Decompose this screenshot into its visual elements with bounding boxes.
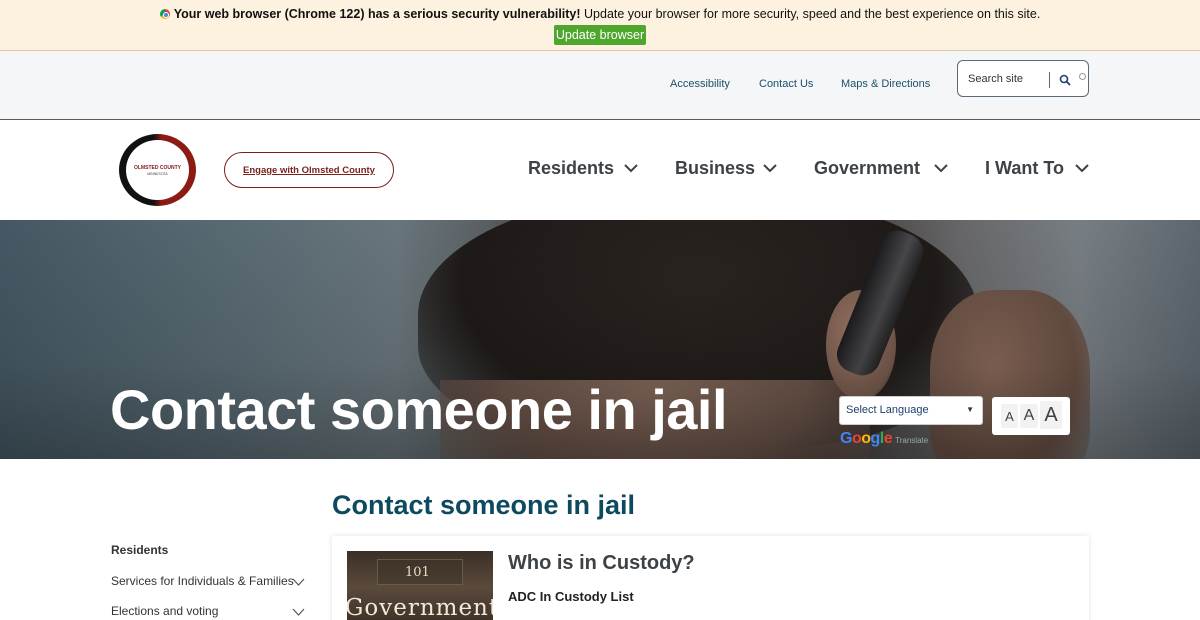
chevron-down-icon[interactable] — [1075, 163, 1089, 173]
translate-label: Translate — [895, 436, 929, 445]
engage-button[interactable]: Engage with Olmsted County — [224, 152, 394, 188]
logo-subtext: MINNESOTA — [147, 171, 168, 176]
nav-i-want-to[interactable]: I Want To — [985, 158, 1064, 182]
hero-banner: Contact someone in jail Select Language … — [0, 220, 1200, 459]
in-custody-list-link[interactable]: ADC In Custody List — [508, 589, 634, 604]
page-title: Contact someone in jail — [332, 490, 636, 520]
search-icon[interactable] — [1059, 74, 1071, 86]
google-logo: Google — [840, 430, 893, 447]
font-size-medium-button[interactable]: A — [1020, 404, 1038, 428]
contact-us-link[interactable]: Contact Us — [759, 78, 813, 90]
warning-text: Update your browser for more security, s… — [584, 7, 1041, 21]
image-word: Government — [347, 595, 493, 620]
chevron-down-icon[interactable] — [763, 163, 777, 173]
chevron-down-icon[interactable] — [292, 578, 305, 586]
card-title: Who is in Custody? — [508, 552, 695, 574]
search-box — [957, 60, 1089, 97]
chevron-down-icon[interactable] — [292, 608, 305, 616]
image-number: 101 — [405, 565, 430, 580]
update-browser-button[interactable]: Update browser — [554, 25, 646, 45]
maps-directions-link[interactable]: Maps & Directions — [841, 78, 930, 90]
browser-warning-banner: Your web browser (Chrome 122) has a seri… — [0, 0, 1200, 51]
search-divider — [1049, 72, 1050, 88]
logo-inner: OLMSTED COUNTY MINNESOTA — [126, 140, 189, 200]
main-header: OLMSTED COUNTY MINNESOTA Engage with Olm… — [0, 120, 1200, 220]
utility-bar: Accessibility Contact Us Maps & Directio… — [0, 51, 1200, 120]
chevron-down-icon[interactable] — [934, 163, 948, 173]
logo-name: OLMSTED COUNTY — [134, 165, 181, 171]
hero-title: Contact someone in jail — [110, 378, 728, 441]
browser-warning-message: Your web browser (Chrome 122) has a seri… — [0, 7, 1200, 21]
search-input[interactable] — [968, 70, 1048, 88]
font-size-controls: A A A — [992, 397, 1070, 435]
chevron-down-icon[interactable] — [624, 163, 638, 173]
language-select-label: Select Language — [846, 404, 929, 416]
nav-residents[interactable]: Residents — [528, 158, 614, 182]
chrome-icon — [159, 9, 170, 19]
accessibility-link[interactable]: Accessibility — [670, 78, 730, 90]
nav-government[interactable]: Government — [814, 158, 920, 182]
sidebar-item-elections[interactable]: Elections and voting — [111, 604, 218, 618]
caret-down-icon: ▼ — [966, 405, 974, 414]
sidebar-title[interactable]: Residents — [111, 543, 168, 557]
custody-card: 101 Government Who is in Custody? ADC In… — [332, 536, 1089, 620]
search-status-dot — [1079, 73, 1086, 80]
language-select[interactable]: Select Language ▼ — [839, 396, 983, 425]
font-size-small-button[interactable]: A — [1001, 404, 1018, 428]
logo-text: OLMSTED COUNTY MINNESOTA — [126, 165, 189, 177]
google-translate-credit[interactable]: Google Translate — [840, 428, 929, 447]
nav-business[interactable]: Business — [675, 158, 755, 182]
warning-bold-text: Your web browser (Chrome 122) has a seri… — [173, 7, 581, 21]
font-size-large-button[interactable]: A — [1040, 401, 1062, 429]
olmsted-county-logo[interactable]: OLMSTED COUNTY MINNESOTA — [119, 134, 196, 206]
sidebar-item-services[interactable]: Services for Individuals & Families — [111, 574, 294, 588]
government-building-image: 101 Government — [347, 551, 493, 620]
